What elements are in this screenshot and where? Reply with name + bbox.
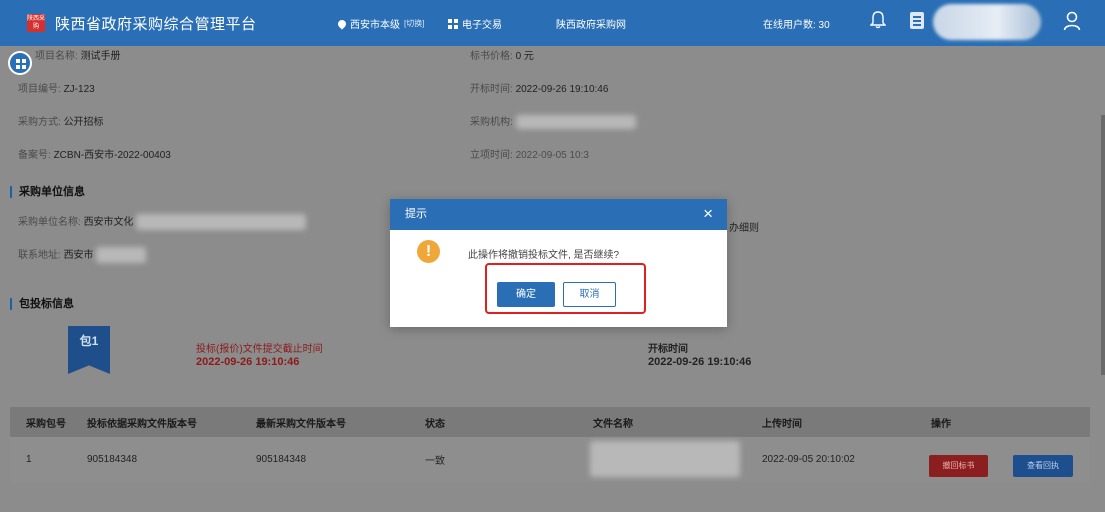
- project-name-field: 项目名称: 测试手册: [35, 51, 121, 62]
- bid-price-field: 标书价格: 0 元: [470, 51, 534, 62]
- cell-latest-version: 905184348: [256, 454, 307, 465]
- nav-electronic-trade[interactable]: 电子交易: [448, 16, 502, 31]
- cell-basis-version: 905184348: [87, 454, 138, 465]
- deadline-value: 2022-09-26 19:10:46: [196, 356, 300, 368]
- open-time-field: 开标时间: 2022-09-26 19:10:46: [470, 84, 609, 95]
- agency-field: 采购机构:: [470, 113, 636, 130]
- cell-upload-time: 2022-09-05 20:10:02: [762, 454, 855, 465]
- project-code-field: 项目编号: ZJ-123: [18, 84, 95, 95]
- col-actions: 操作: [931, 418, 951, 430]
- package-section-title: 包投标信息: [10, 298, 74, 310]
- record-number-field: 备案号: ZCBN-西安市-2022-00403: [18, 150, 171, 161]
- location-pin-icon: [336, 17, 348, 30]
- table-row: 1 905184348 905184348 一致 2022-09-05 20:1…: [10, 437, 1090, 482]
- document-icon[interactable]: [910, 12, 924, 29]
- col-status: 状态: [425, 418, 445, 430]
- open-time-label: 开标时间: [648, 344, 688, 355]
- submission-deadline: 投标(报价)文件提交截止时间 2022-09-26 19:10:46: [196, 343, 323, 369]
- cancel-button[interactable]: 取消: [563, 282, 616, 307]
- location-switch-tag: [切换]: [404, 19, 425, 28]
- col-basis-version: 投标依据采购文件版本号: [87, 418, 197, 430]
- app-title: 陕西省政府采购综合管理平台: [55, 16, 257, 33]
- col-upload-time: 上传时间: [762, 418, 802, 430]
- bid-files-table: 采购包号 投标依据采购文件版本号 最新采购文件版本号 状态 文件名称 上传时间 …: [10, 407, 1090, 482]
- floating-menu-button[interactable]: [8, 51, 32, 75]
- location-label: 西安市本级: [350, 20, 400, 31]
- platform-logo: 陕西采购: [27, 14, 46, 32]
- purchaser-address-field: 联系地址: 西安市: [18, 246, 147, 264]
- procurement-method-field: 采购方式: 公开招标: [18, 117, 104, 128]
- warning-icon: !: [417, 240, 440, 263]
- setup-time-field: 立项时间: 2022-09-05 10:3: [470, 150, 589, 161]
- purchaser-section-title: 采购单位信息: [10, 186, 85, 198]
- online-user-count: 在线用户数: 30: [763, 20, 830, 31]
- user-icon[interactable]: [1063, 11, 1081, 31]
- deadline-label: 投标(报价)文件提交截止时间: [196, 344, 323, 355]
- cell-package: 1: [26, 454, 32, 465]
- cell-file-name-redacted: [590, 441, 740, 477]
- bell-icon[interactable]: [870, 11, 886, 29]
- nav-procurement-site[interactable]: 陕西政府采购网: [556, 16, 626, 31]
- open-time-value: 2022-09-26 19:10:46: [648, 356, 752, 368]
- location-switcher[interactable]: 西安市本级 [切换]: [336, 16, 425, 31]
- col-package: 采购包号: [26, 418, 66, 430]
- view-receipt-button[interactable]: 查看回执: [1013, 455, 1073, 477]
- apps-grid-icon: [448, 18, 458, 29]
- dialog-header: 提示 ×: [390, 199, 727, 230]
- withdraw-bid-button[interactable]: 撤回标书: [929, 455, 988, 477]
- col-latest-version: 最新采购文件版本号: [256, 418, 346, 430]
- dialog-message: 此操作将撤销投标文件, 是否继续?: [468, 250, 620, 261]
- table-header: 采购包号 投标依据采购文件版本号 最新采购文件版本号 状态 文件名称 上传时间 …: [10, 407, 1090, 437]
- col-file-name: 文件名称: [593, 418, 633, 430]
- package-open-time: 开标时间 2022-09-26 19:10:46: [648, 343, 751, 369]
- top-navigation-bar: 陕西采购 陕西省政府采购综合管理平台 西安市本级 [切换] 电子交易 陕西政府采…: [0, 0, 1105, 46]
- confirm-button[interactable]: 确定: [497, 282, 555, 307]
- nav-trade-label: 电子交易: [462, 20, 502, 31]
- user-account-pill[interactable]: [933, 4, 1041, 40]
- page-scrollbar[interactable]: [1101, 115, 1105, 375]
- purchaser-right-snippet: 办细则: [729, 223, 759, 234]
- purchaser-name-field: 采购单位名称: 西安市文化: [18, 213, 307, 231]
- cell-status: 一致: [425, 456, 445, 467]
- dialog-title: 提示: [405, 208, 427, 220]
- close-icon[interactable]: ×: [703, 199, 713, 228]
